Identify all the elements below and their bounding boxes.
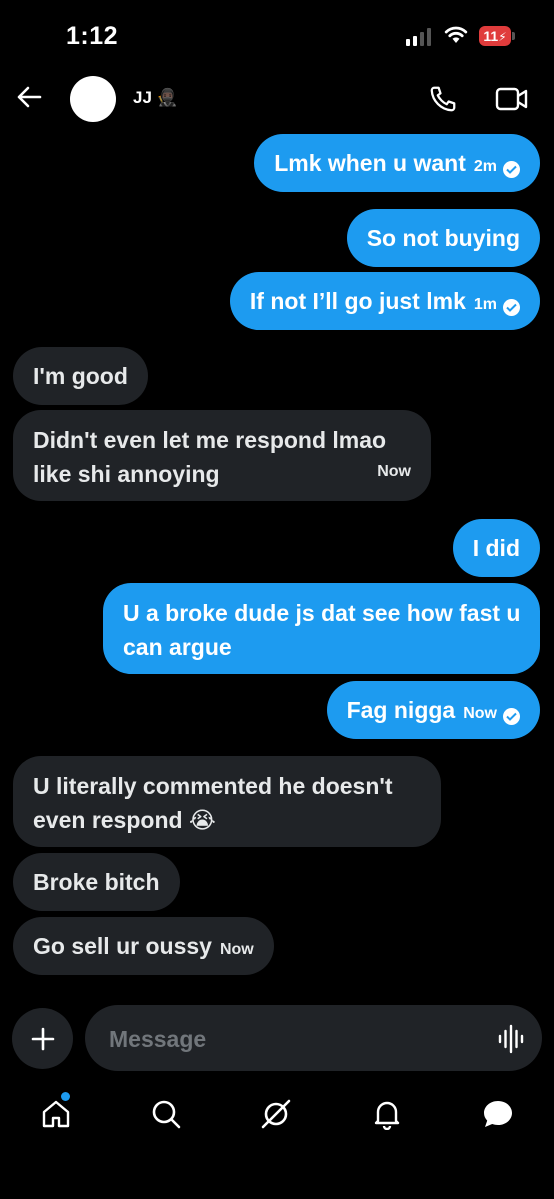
voice-waveform-icon[interactable] — [497, 1024, 525, 1054]
message-text: Fag nigga — [346, 697, 456, 723]
message-text: Didn't even let me respond lmao like shi… — [33, 427, 387, 487]
battery-cap — [512, 32, 515, 40]
video-camera-icon[interactable] — [495, 86, 529, 112]
message-bubble-outgoing[interactable]: Fag nigga Now — [326, 681, 540, 739]
message-text: U a broke dude js dat see how fast u can… — [123, 600, 521, 660]
message-text: U literally commented he doesn't even re… — [33, 773, 393, 833]
message-bubble-incoming[interactable]: Broke bitch — [13, 853, 180, 911]
battery-level: 11 — [483, 28, 499, 44]
grok-icon[interactable] — [260, 1098, 292, 1130]
message-bubble-incoming[interactable]: Didn't even let me respond lmao like shi… — [13, 410, 431, 501]
message-text: I did — [472, 535, 520, 561]
phone-icon[interactable] — [428, 84, 458, 114]
message-meta: Now — [463, 697, 520, 731]
status-time: 1:12 — [66, 22, 119, 50]
message-text: Lmk when u want — [274, 150, 466, 176]
avatar-emoji: 😍 — [77, 82, 109, 115]
read-check-icon — [503, 707, 520, 725]
message-bubble-outgoing[interactable]: Lmk when u want 2m — [254, 134, 540, 192]
avatar[interactable]: 😍 — [70, 76, 116, 122]
notifications-bell-icon[interactable] — [371, 1098, 403, 1130]
home-icon[interactable] — [40, 1098, 72, 1130]
message-time: 2m — [473, 158, 497, 175]
message-bubble-outgoing[interactable]: If not I’ll go just lmk 1m — [229, 272, 540, 330]
message-text: Go sell ur oussy — [33, 933, 212, 959]
message-time: 1m — [473, 296, 497, 313]
message-meta: 2m — [474, 150, 520, 184]
wifi-icon — [444, 26, 468, 43]
message-bubble-outgoing[interactable]: I did — [452, 519, 540, 577]
contact-name[interactable]: JJ 🥷🏿 — [133, 88, 178, 108]
message-bubble-outgoing[interactable]: So not buying — [346, 209, 540, 267]
add-attachment-button[interactable] — [12, 1008, 73, 1069]
read-check-icon — [503, 298, 520, 316]
message-bubble-outgoing[interactable]: U a broke dude js dat see how fast u can… — [103, 583, 540, 674]
search-icon[interactable] — [150, 1098, 182, 1130]
plus-icon — [31, 1027, 54, 1050]
message-text: Broke bitch — [33, 869, 160, 895]
arrow-left-icon[interactable] — [16, 84, 42, 110]
message-time: Now — [377, 463, 411, 480]
message-input[interactable] — [107, 1005, 481, 1073]
message-bubble-incoming[interactable]: U literally commented he doesn't even re… — [13, 756, 441, 847]
battery-indicator: 11⚡ — [479, 26, 511, 46]
message-text: If not I’ll go just lmk — [249, 288, 466, 314]
message-meta: Now — [220, 933, 254, 967]
message-time: Now — [463, 705, 497, 722]
message-text: So not buying — [366, 225, 520, 251]
message-time: Now — [219, 941, 254, 958]
message-composer[interactable] — [85, 1005, 542, 1073]
message-text: I'm good — [33, 363, 128, 389]
message-meta: 1m — [474, 288, 520, 322]
cellular-signal-icon — [406, 28, 431, 46]
home-notification-badge — [61, 1092, 70, 1101]
message-bubble-incoming[interactable]: I'm good — [13, 347, 148, 405]
read-check-icon — [503, 160, 520, 178]
message-bubble-incoming[interactable]: Go sell ur oussy Now — [13, 917, 274, 975]
messages-icon[interactable] — [481, 1098, 515, 1130]
